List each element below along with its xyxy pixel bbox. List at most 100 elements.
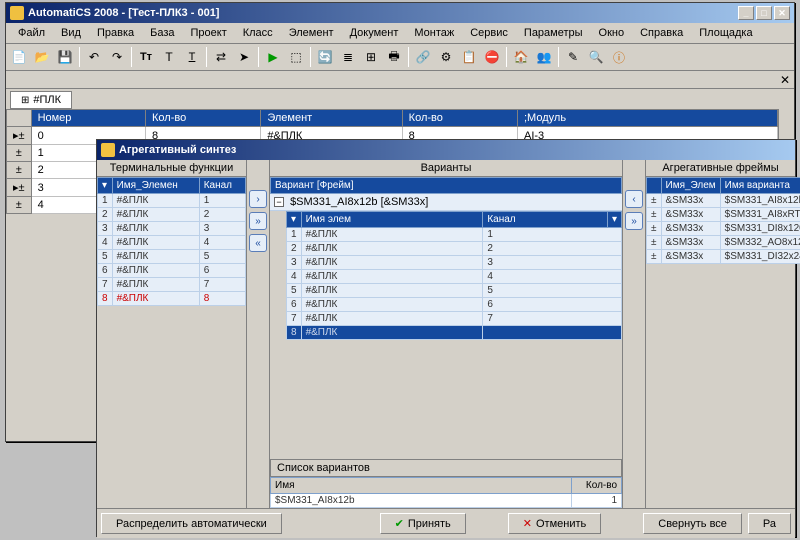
help-icon[interactable]: ⓘ (608, 46, 630, 68)
save-icon[interactable]: 💾 (54, 46, 76, 68)
copy-icon[interactable]: 📋 (458, 46, 480, 68)
table-row[interactable]: ±&SM33x$SM332_AO8x12b (647, 236, 800, 250)
users-icon[interactable]: 👥 (533, 46, 555, 68)
menuitem[interactable]: Площадка (691, 25, 760, 41)
menuitem[interactable]: Файл (10, 25, 53, 41)
menuitem[interactable]: Окно (591, 25, 633, 41)
menuitem[interactable]: Документ (342, 25, 407, 41)
move-all-left-button[interactable]: « (249, 234, 267, 252)
menuitem[interactable]: Монтаж (406, 25, 462, 41)
table-row[interactable]: 5#&ПЛК5 (98, 250, 246, 264)
variant-list-grid[interactable]: ИмяКол-во $SM331_AI8x12b1 (270, 477, 622, 508)
grid-icon[interactable]: ⊞ (360, 46, 382, 68)
auto-distribute-button[interactable]: Распределить автоматически (101, 513, 282, 534)
col-header[interactable]: ;Модуль (518, 110, 778, 127)
table-row[interactable]: 1#&ПЛК1 (98, 194, 246, 208)
menuitem[interactable]: Правка (89, 25, 142, 41)
menuitem[interactable]: Справка (632, 25, 691, 41)
table-row[interactable]: 5#&ПЛК5 (287, 284, 622, 298)
arrow-icon[interactable]: ➤ (233, 46, 255, 68)
text-icon[interactable]: Tᴛ (135, 46, 157, 68)
track-icon[interactable]: ⬚ (285, 46, 307, 68)
refresh-icon[interactable]: 🔄 (314, 46, 336, 68)
table-row[interactable]: 7#&ПЛК7 (98, 278, 246, 292)
underline-icon[interactable]: T (181, 46, 203, 68)
open-icon[interactable]: 📂 (31, 46, 53, 68)
panel-title-right: Агрегативные фреймы (646, 160, 795, 177)
toolbar-secondary: ✕ (6, 71, 794, 89)
table-row[interactable]: 3#&ПЛК3 (98, 222, 246, 236)
table-row[interactable]: 2#&ПЛК2 (98, 208, 246, 222)
arrow-col-left: › » « (247, 160, 269, 508)
move-all-right-button[interactable]: » (625, 212, 643, 230)
gear-icon[interactable]: ⚙ (435, 46, 457, 68)
frames-grid[interactable]: Имя_ЭлемИмя варианта ±&SM33x$SM331_AI8x1… (646, 177, 800, 264)
table-row[interactable]: 2#&ПЛК2 (287, 242, 622, 256)
table-row[interactable]: $SM331_AI8x12b1 (271, 494, 622, 508)
tab-close-icon[interactable]: ⊞ (21, 95, 29, 106)
accept-button[interactable]: ✔Принять (380, 513, 466, 534)
maximize-button[interactable]: □ (756, 6, 772, 20)
panel-title-left: Терминальные функции (97, 160, 246, 177)
transfer-icon[interactable]: ⇄ (210, 46, 232, 68)
table-row[interactable]: 4#&ПЛК4 (98, 236, 246, 250)
table-row[interactable]: 4#&ПЛК4 (287, 270, 622, 284)
close-button[interactable]: ✕ (774, 6, 790, 20)
dialog-window: Агрегативный синтез Терминальные функции… (96, 139, 796, 537)
table-row[interactable]: 7#&ПЛК7 (287, 312, 622, 326)
collapse-icon[interactable]: − (274, 197, 284, 207)
play-icon[interactable]: ▶ (262, 46, 284, 68)
col-header[interactable]: Номер (31, 110, 145, 127)
table-row[interactable]: 8#&ПЛК8 (98, 292, 246, 306)
col-header[interactable]: Кол-во (146, 110, 261, 127)
tree-node[interactable]: − $SM331_AI8x12b [&SM33x] (270, 194, 622, 211)
collapse-all-button[interactable]: Свернуть все (643, 513, 742, 534)
t-icon[interactable]: T (158, 46, 180, 68)
menuitem[interactable]: Класс (235, 25, 281, 41)
col-header[interactable]: Элемент (261, 110, 402, 127)
menuitem[interactable]: Параметры (516, 25, 591, 41)
table-row[interactable]: ±&SM33x$SM331_AI8x12b (647, 194, 800, 208)
menuitem[interactable]: Вид (53, 25, 89, 41)
list-icon[interactable]: ≣ (337, 46, 359, 68)
table-row[interactable]: 6#&ПЛК6 (98, 264, 246, 278)
misc-icon[interactable]: ✎ (562, 46, 584, 68)
home-icon[interactable]: 🏠 (510, 46, 532, 68)
menuitem[interactable]: Сервис (462, 25, 516, 41)
redo-icon[interactable]: ↷ (106, 46, 128, 68)
table-row[interactable]: ±&SM33x$SM331_DI8x120/2 (647, 222, 800, 236)
variant-list-title: Список вариантов (270, 459, 622, 477)
expand-all-button[interactable]: Ра (748, 513, 791, 534)
panel-title-mid: Варианты (270, 160, 622, 177)
menuitem[interactable]: Проект (183, 25, 235, 41)
terminal-grid[interactable]: ▾Имя_ЭлеменКанал 1#&ПЛК1 2#&ПЛК2 3#&ПЛК3… (97, 177, 246, 306)
misc-icon[interactable]: 🔍 (585, 46, 607, 68)
new-icon[interactable]: 📄 (8, 46, 30, 68)
move-left-button[interactable]: ‹ (625, 190, 643, 208)
menuitem[interactable]: Элемент (281, 25, 342, 41)
table-row[interactable]: ±&SM33x$SM331_AI8xRTD (647, 208, 800, 222)
dialog-title: Агрегативный синтез (119, 144, 236, 156)
app-icon (10, 6, 24, 20)
main-titlebar: AutomatiCS 2008 - [Тест-ПЛК3 - 001] _ □ … (6, 3, 794, 23)
move-all-right-button[interactable]: » (249, 212, 267, 230)
table-row[interactable]: 8#&ПЛК (287, 326, 622, 340)
move-right-button[interactable]: › (249, 190, 267, 208)
toolbar: 📄 📂 💾 ↶ ↷ Tᴛ T T ⇄ ➤ ▶ ⬚ 🔄 ≣ ⊞ 🖶 🔗 ⚙ 📋 ⛔… (6, 44, 794, 71)
stop-icon[interactable]: ⛔ (481, 46, 503, 68)
table-row[interactable]: 3#&ПЛК3 (287, 256, 622, 270)
col-header[interactable]: Кол-во (402, 110, 517, 127)
link-icon[interactable]: 🔗 (412, 46, 434, 68)
print-icon[interactable]: 🖶 (383, 46, 405, 68)
pane-close-icon[interactable]: ✕ (778, 73, 792, 87)
cancel-button[interactable]: ✕Отменить (508, 513, 601, 534)
undo-icon[interactable]: ↶ (83, 46, 105, 68)
variant-grid[interactable]: ▾Имя элемКанал▾ 1#&ПЛК1 2#&ПЛК2 3#&ПЛК3 … (286, 211, 622, 340)
table-row[interactable]: ±&SM33x$SM331_DI32x24VD (647, 250, 800, 264)
menuitem[interactable]: База (142, 25, 182, 41)
menubar: Файл Вид Правка База Проект Класс Элемен… (6, 23, 794, 44)
tab[interactable]: ⊞ #ПЛК (10, 91, 72, 109)
table-row[interactable]: 1#&ПЛК1 (287, 228, 622, 242)
minimize-button[interactable]: _ (738, 6, 754, 20)
table-row[interactable]: 6#&ПЛК6 (287, 298, 622, 312)
